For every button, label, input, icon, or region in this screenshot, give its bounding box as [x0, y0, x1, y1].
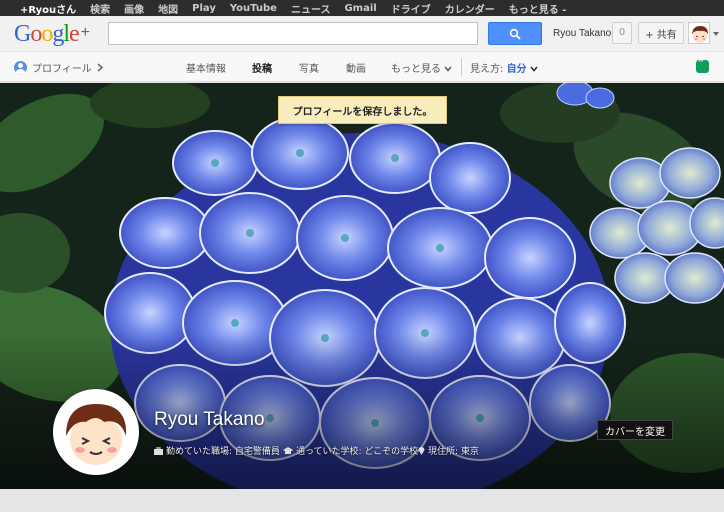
cartoon-face-icon — [689, 23, 709, 43]
meta-location: 現住所: 東京 — [418, 444, 479, 457]
tab-more[interactable]: もっと見る — [391, 60, 452, 75]
search-button[interactable] — [488, 22, 542, 45]
profile-link[interactable]: プロフィール — [14, 60, 103, 75]
user-name[interactable]: Ryou Takano — [553, 28, 611, 39]
topbar-item-more[interactable]: もっと見る - — [509, 1, 567, 16]
meta-work: 勤めていた職場: 自宅警備員 — [154, 444, 280, 457]
topbar-item-calendar[interactable]: カレンダー — [445, 1, 495, 16]
view-as-value: 自分 — [506, 64, 527, 75]
tab-posts[interactable]: 投稿 — [252, 60, 272, 75]
person-icon — [14, 61, 27, 74]
header-avatar[interactable] — [688, 22, 710, 44]
cartoon-face-icon — [56, 392, 136, 472]
topbar-item-news[interactable]: ニュース — [291, 1, 331, 16]
search-icon — [509, 28, 521, 40]
google-plus-logo[interactable]: Google + — [14, 20, 90, 47]
profile-avatar[interactable] — [53, 389, 139, 475]
logo-plus: + — [80, 24, 90, 41]
chevron-right-icon — [97, 63, 103, 72]
briefcase-icon — [154, 446, 163, 455]
tab-photos[interactable]: 写真 — [299, 60, 319, 75]
topbar-item-images[interactable]: 画像 — [124, 1, 144, 16]
topbar-item-youtube[interactable]: YouTube — [230, 3, 277, 14]
top-bar: +Ryouさん 検索 画像 地図 Play YouTube ニュース Gmail… — [0, 0, 724, 16]
view-as-selector[interactable]: 見え方: 自分 — [470, 60, 538, 75]
view-as-label: 見え方: — [470, 64, 504, 75]
page-bottom-area — [0, 489, 724, 512]
save-confirmation-toast: プロフィールを保存しました。 — [278, 96, 447, 124]
meta-location-text: 現住所: 東京 — [428, 447, 479, 457]
chevron-down-icon — [444, 66, 452, 72]
graduation-cap-icon — [283, 446, 293, 454]
location-pin-icon — [418, 447, 425, 455]
tab-more-label: もっと見る — [391, 64, 441, 75]
meta-school-text: 通っていた学校: どこぞの学校 — [296, 447, 419, 457]
profile-nav: プロフィール 基本情報 投稿 写真 動画 もっと見る 見え方: 自分 — [0, 52, 724, 82]
profile-link-label: プロフィール — [32, 64, 92, 75]
topbar-item-search[interactable]: 検索 — [90, 1, 110, 16]
tab-videos[interactable]: 動画 — [346, 60, 366, 75]
notification-count[interactable]: 0 — [612, 22, 632, 44]
tab-about[interactable]: 基本情報 — [186, 60, 226, 75]
topbar-item-drive[interactable]: ドライブ — [391, 1, 431, 16]
account-caret-icon[interactable] — [713, 32, 719, 36]
search-input[interactable] — [108, 22, 478, 45]
chevron-down-icon — [530, 66, 538, 72]
topbar-item-maps[interactable]: 地図 — [158, 1, 178, 16]
hangouts-icon[interactable] — [696, 57, 709, 73]
topbar-item-profile[interactable]: +Ryouさん — [20, 1, 76, 16]
topbar-item-play[interactable]: Play — [192, 3, 216, 14]
profile-name: Ryou Takano — [154, 409, 265, 430]
topbar-item-gmail[interactable]: Gmail — [344, 3, 376, 14]
share-button[interactable]: + 共有 — [638, 22, 684, 44]
nav-divider — [461, 58, 462, 76]
meta-work-text: 勤めていた職場: 自宅警備員 — [166, 447, 280, 457]
meta-school: 通っていた学校: どこぞの学校 — [283, 444, 418, 457]
change-cover-button[interactable]: カバーを変更 — [597, 420, 673, 440]
search-header: Google + Ryou Takano 0 + 共有 — [0, 16, 724, 52]
